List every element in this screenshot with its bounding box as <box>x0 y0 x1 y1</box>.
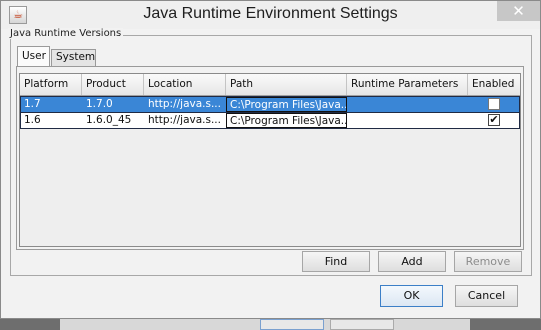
checkmark-icon: ✔ <box>489 113 499 126</box>
column-header-path[interactable]: Path <box>226 74 347 95</box>
cancel-button[interactable]: Cancel <box>455 285 518 307</box>
remove-button[interactable]: Remove <box>454 251 522 272</box>
cell-platform: 1.7 <box>24 98 41 110</box>
close-button[interactable]: ✕ <box>497 1 540 21</box>
column-header-runtime-parameters[interactable]: Runtime Parameters <box>347 74 468 95</box>
cell-location: http://java.s... <box>148 114 221 126</box>
jre-table[interactable]: Platform Product Location Path Runtime P… <box>19 73 521 247</box>
cell-product: 1.7.0 <box>86 98 113 110</box>
window-title: Java Runtime Environment Settings <box>143 5 398 22</box>
ok-button[interactable]: OK <box>380 285 443 307</box>
find-button[interactable]: Find <box>302 251 370 272</box>
cell-runtime-parameters[interactable] <box>348 113 469 128</box>
background-button-1 <box>260 319 324 330</box>
enabled-checkbox[interactable]: ✔ <box>488 114 500 126</box>
add-button[interactable]: Add <box>378 251 446 272</box>
tab-user[interactable]: User <box>17 46 50 66</box>
cell-location: http://java.s... <box>148 98 221 110</box>
cell-platform: 1.6 <box>24 114 41 126</box>
tab-system[interactable]: System <box>51 49 96 66</box>
column-header-platform[interactable]: Platform <box>20 74 82 95</box>
column-header-location[interactable]: Location <box>144 74 226 95</box>
cell-path[interactable]: C:\Program Files\Java... <box>226 113 347 128</box>
cell-path[interactable]: C:\Program Files\Java... <box>226 97 347 112</box>
group-label: Java Runtime Versions <box>8 28 124 39</box>
cell-product: 1.6.0_45 <box>86 114 132 126</box>
cell-runtime-parameters[interactable] <box>348 97 469 112</box>
background-button-2 <box>330 319 394 330</box>
column-header-enabled[interactable]: Enabled <box>468 74 520 95</box>
enabled-checkbox[interactable] <box>488 98 500 110</box>
column-header-product[interactable]: Product <box>82 74 144 95</box>
title-bar[interactable]: ☕ Java Runtime Environment Settings ✕ <box>1 1 540 29</box>
table-row[interactable]: 1.7 1.7.0 http://java.s... C:\Program Fi… <box>20 96 520 113</box>
table-row[interactable]: 1.6 1.6.0_45 http://java.s... C:\Program… <box>20 112 520 129</box>
table-header: Platform Product Location Path Runtime P… <box>20 74 520 96</box>
